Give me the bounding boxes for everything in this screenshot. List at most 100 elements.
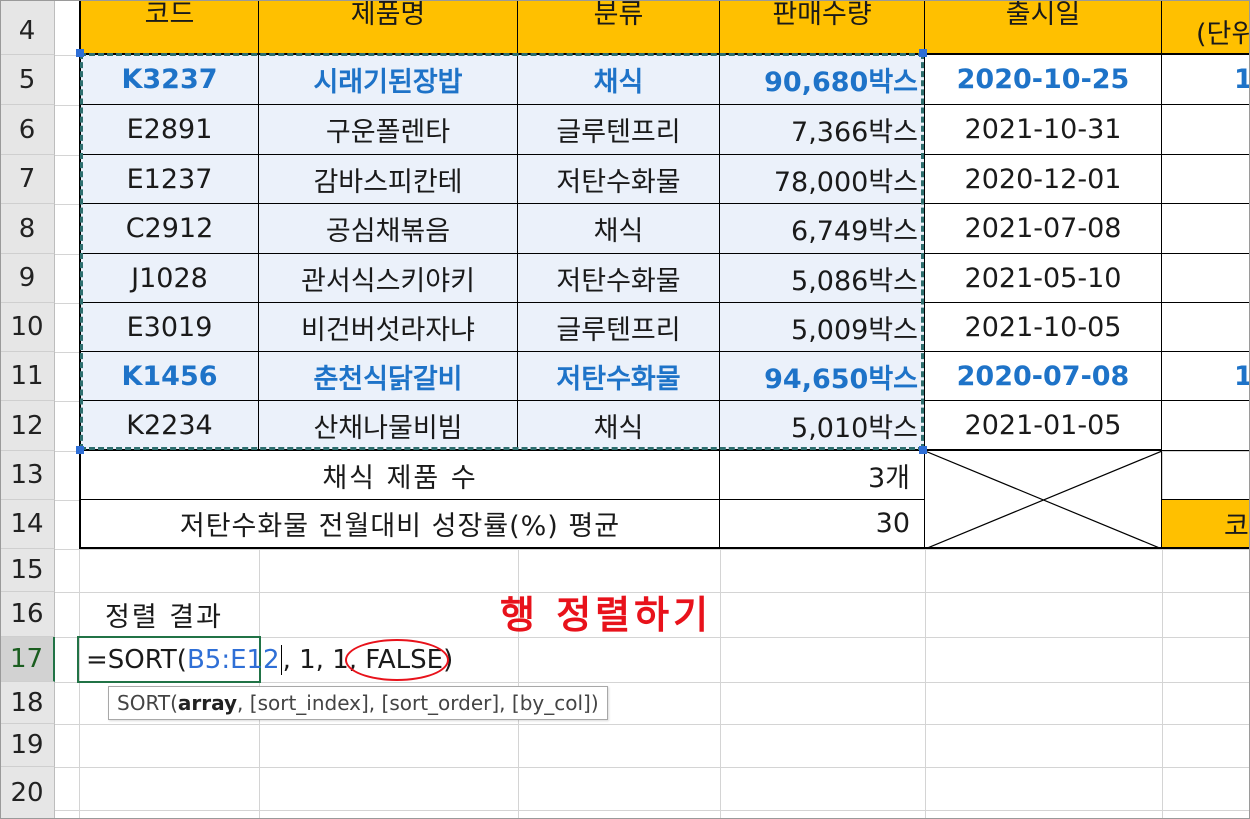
- row-header[interactable]: 7: [0, 155, 55, 204]
- table-cell-extra[interactable]: [1162, 303, 1250, 352]
- row-header[interactable]: 11: [0, 352, 55, 401]
- formula-middle: , 1, 1: [282, 645, 349, 675]
- row-header[interactable]: 8: [0, 204, 55, 254]
- tooltip-arg-array[interactable]: array: [178, 691, 237, 715]
- cell-value: 공심채볶음: [325, 216, 451, 247]
- table-cell-name[interactable]: 산채나물비빔: [259, 401, 518, 451]
- table-cell-release[interactable]: 2020-10-25: [925, 55, 1162, 105]
- row-header[interactable]: 20: [0, 767, 55, 819]
- function-tooltip[interactable]: SORT(array, [sort_index], [sort_order], …: [108, 686, 608, 720]
- table-cell-release[interactable]: 2021-01-05: [925, 401, 1162, 451]
- cell-value: 2021-01-05: [964, 409, 1122, 441]
- table-cell-extra[interactable]: 1: [1162, 352, 1250, 401]
- formula-input[interactable]: =SORT(B5:E12, 1, 1, FALSE): [86, 639, 453, 681]
- selection-handle[interactable]: [76, 446, 84, 454]
- selection-handle[interactable]: [919, 49, 927, 57]
- summary-lowcarb-label[interactable]: 저탄수화물 전월대비 성장률(%) 평균: [79, 500, 720, 549]
- table-cell-name[interactable]: 공심채볶음: [259, 204, 518, 254]
- row-header[interactable]: 5: [0, 55, 55, 105]
- sort-result-label[interactable]: 정렬 결과: [79, 592, 259, 637]
- table-cell-code[interactable]: E1237: [79, 155, 259, 204]
- table-cell-sales[interactable]: 7,366박스: [720, 105, 925, 155]
- cell-value: 2021-10-05: [964, 311, 1122, 343]
- right-empty-cell[interactable]: [1162, 451, 1250, 500]
- table-cell-name[interactable]: 춘천식닭갈비: [259, 352, 518, 401]
- header-release-label: 출시일: [1005, 0, 1081, 30]
- row-header[interactable]: 15: [0, 549, 55, 592]
- table-cell-category[interactable]: 채식: [518, 401, 720, 451]
- table-cell-extra[interactable]: [1162, 401, 1250, 451]
- table-cell-name[interactable]: 감바스피칸테: [259, 155, 518, 204]
- table-cell-code[interactable]: E2891: [79, 105, 259, 155]
- table-cell-category[interactable]: 저탄수화물: [518, 254, 720, 303]
- row-header[interactable]: 9: [0, 254, 55, 303]
- header-unit-partial[interactable]: (단위: [1162, 0, 1250, 55]
- sort-result-label-text: 정렬 결과: [105, 602, 223, 633]
- selection-handle[interactable]: [919, 446, 927, 454]
- table-cell-release[interactable]: 2021-10-31: [925, 105, 1162, 155]
- row-header[interactable]: 18: [0, 682, 55, 724]
- row-header[interactable]: 16: [0, 592, 55, 637]
- table-cell-category[interactable]: 채식: [518, 204, 720, 254]
- summary-veg-value[interactable]: 3개: [720, 451, 925, 500]
- crossed-empty-cell[interactable]: [925, 451, 1162, 549]
- table-cell-sales[interactable]: 78,000박스: [720, 155, 925, 204]
- table-cell-release[interactable]: 2020-12-01: [925, 155, 1162, 204]
- header-sales-label: 판매수량: [772, 0, 872, 30]
- table-cell-release[interactable]: 2021-10-05: [925, 303, 1162, 352]
- row-header[interactable]: 10: [0, 303, 55, 352]
- row-header[interactable]: 4: [0, 0, 55, 55]
- table-cell-name[interactable]: 비건버섯라자냐: [259, 303, 518, 352]
- row-header[interactable]: 6: [0, 105, 55, 155]
- summary-veg-label[interactable]: 채식 제품 수: [79, 451, 720, 500]
- row-header[interactable]: 19: [0, 724, 55, 767]
- cell-value: 1: [1234, 64, 1250, 95]
- row-header[interactable]: 17: [0, 637, 55, 682]
- table-cell-category[interactable]: 글루텐프리: [518, 303, 720, 352]
- header-name[interactable]: 제품명: [259, 0, 518, 55]
- cell-value: E3019: [126, 311, 213, 343]
- table-cell-sales[interactable]: 6,749박스: [720, 204, 925, 254]
- row-header[interactable]: 14: [0, 500, 55, 549]
- table-cell-release[interactable]: 2020-07-08: [925, 352, 1162, 401]
- table-cell-code[interactable]: C2912: [79, 204, 259, 254]
- table-cell-code[interactable]: K1456: [79, 352, 259, 401]
- table-cell-sales[interactable]: 5,010박스: [720, 401, 925, 451]
- table-cell-code[interactable]: K3237: [79, 55, 259, 105]
- table-cell-category[interactable]: 저탄수화물: [518, 155, 720, 204]
- table-cell-category[interactable]: 저탄수화물: [518, 352, 720, 401]
- table-cell-extra[interactable]: [1162, 155, 1250, 204]
- header-code[interactable]: 코드: [79, 0, 259, 55]
- table-cell-extra[interactable]: [1162, 254, 1250, 303]
- row-header[interactable]: 12: [0, 401, 55, 451]
- table-cell-extra[interactable]: 1: [1162, 55, 1250, 105]
- table-cell-sales[interactable]: 94,650박스: [720, 352, 925, 401]
- cell-value: 채식: [593, 216, 644, 247]
- table-cell-sales[interactable]: 90,680박스: [720, 55, 925, 105]
- table-cell-category[interactable]: 채식: [518, 55, 720, 105]
- table-cell-extra[interactable]: [1162, 204, 1250, 254]
- table-cell-extra[interactable]: [1162, 105, 1250, 155]
- summary-lowcarb-label-text: 저탄수화물 전월대비 성장률(%) 평균: [179, 511, 621, 542]
- table-cell-code[interactable]: E3019: [79, 303, 259, 352]
- cell-value: C2912: [125, 213, 214, 244]
- row-header[interactable]: 13: [0, 451, 55, 500]
- table-cell-category[interactable]: 글루텐프리: [518, 105, 720, 155]
- table-cell-code[interactable]: K2234: [79, 401, 259, 451]
- table-cell-code[interactable]: J1028: [79, 254, 259, 303]
- table-cell-name[interactable]: 관서식스키야키: [259, 254, 518, 303]
- tooltip-rest: , [sort_index], [sort_order], [by_col]): [237, 691, 599, 715]
- table-cell-sales[interactable]: 5,086박스: [720, 254, 925, 303]
- header-category[interactable]: 분류: [518, 0, 720, 55]
- header-release[interactable]: 출시일: [925, 0, 1162, 55]
- summary-lowcarb-value[interactable]: 30: [720, 500, 925, 549]
- table-cell-name[interactable]: 시래기된장밥: [259, 55, 518, 105]
- table-cell-name[interactable]: 구운폴렌타: [259, 105, 518, 155]
- selection-handle[interactable]: [76, 49, 84, 57]
- table-cell-release[interactable]: 2021-05-10: [925, 254, 1162, 303]
- table-cell-sales[interactable]: 5,009박스: [720, 303, 925, 352]
- right-partial-header[interactable]: 코: [1162, 500, 1250, 549]
- tooltip-func: SORT(: [117, 691, 178, 715]
- header-sales[interactable]: 판매수량: [720, 0, 925, 55]
- table-cell-release[interactable]: 2021-07-08: [925, 204, 1162, 254]
